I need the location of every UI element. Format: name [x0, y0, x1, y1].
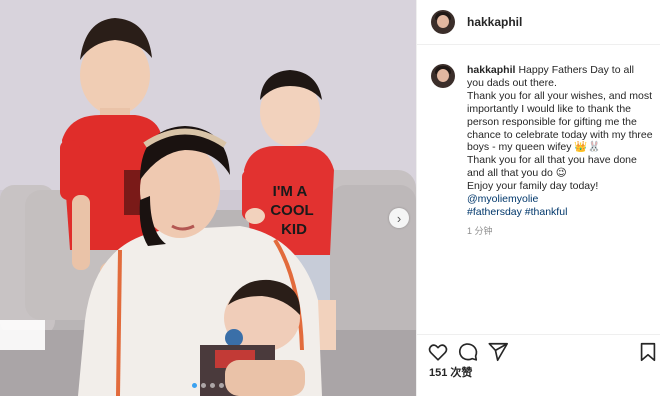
- bookmark-icon[interactable]: [637, 341, 659, 363]
- caption-mention[interactable]: @myoliemyolie: [467, 193, 653, 206]
- post-header: hakkaphil: [417, 0, 660, 45]
- caption-block: hakkaphil Happy Fathers Day to all you da…: [431, 64, 653, 238]
- caption-avatar[interactable]: [431, 64, 455, 88]
- chevron-right-icon: ›: [396, 210, 402, 226]
- carousel-dot: [210, 383, 215, 388]
- comment-icon[interactable]: [457, 341, 479, 363]
- carousel-dot: [219, 383, 224, 388]
- caption-line-2: Thank you for all your wishes, and most …: [467, 89, 653, 154]
- shirt-text-line-3: KID: [281, 221, 307, 238]
- action-bar: [417, 334, 660, 367]
- post-timestamp: 1 分钟: [467, 225, 493, 236]
- caption-text: hakkaphil Happy Fathers Day to all you da…: [467, 64, 653, 238]
- family-photo: I'M A COOL KID: [0, 0, 416, 396]
- caption-username[interactable]: hakkaphil: [467, 64, 515, 76]
- heart-icon[interactable]: [427, 341, 449, 363]
- post-photo: I'M A COOL KID ›: [0, 0, 416, 396]
- carousel-indicators: [0, 383, 416, 388]
- carousel-dot: [201, 383, 206, 388]
- caption-line-4: Enjoy your family day today!: [467, 180, 599, 193]
- share-icon[interactable]: [487, 341, 509, 363]
- shirt-text-line-1: I'M A: [273, 183, 308, 200]
- caption-line-3: Thank you for all that you have done and…: [467, 154, 637, 180]
- post-side-panel: hakkaphil hakkaphil Happy Fathers Day to …: [416, 0, 660, 396]
- header-username[interactable]: hakkaphil: [467, 15, 522, 29]
- shirt-text-line-2: COOL: [270, 202, 313, 219]
- likes-count[interactable]: 151 次赞: [429, 364, 472, 380]
- avatar[interactable]: [431, 10, 455, 34]
- carousel-next-button[interactable]: ›: [389, 208, 409, 228]
- carousel-dot: [192, 383, 197, 388]
- caption-hashtags[interactable]: #fathersday #thankful: [467, 206, 653, 219]
